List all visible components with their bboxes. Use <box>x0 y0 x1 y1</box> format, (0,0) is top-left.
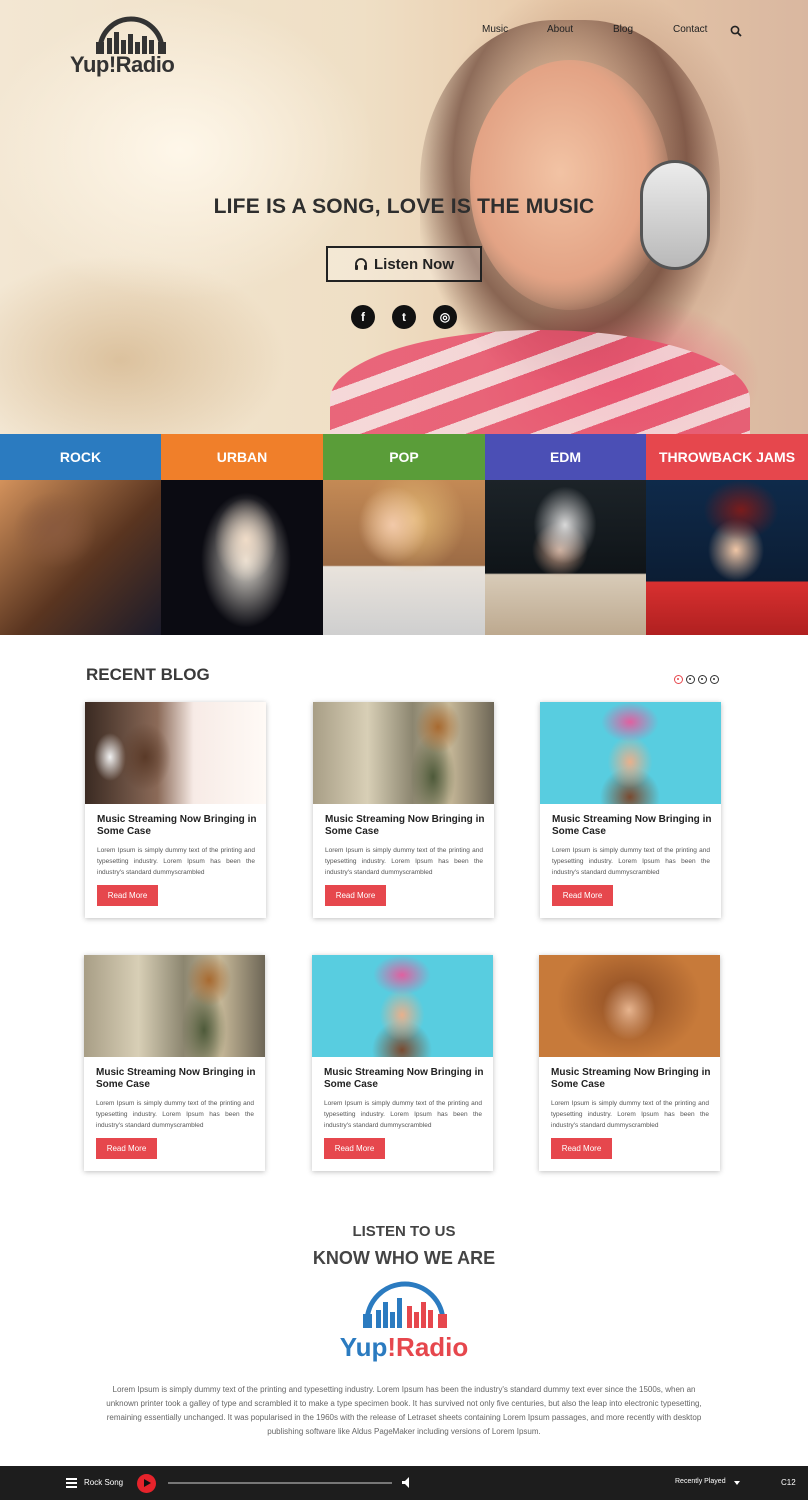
listen-to-us-heading: LISTEN TO US <box>352 1223 456 1240</box>
carousel-dot-3[interactable] <box>698 675 707 684</box>
nav-contact[interactable]: Contact <box>673 24 707 35</box>
know-who-we-are-heading: KNOW WHO WE ARE <box>312 1248 496 1268</box>
blog-card-title[interactable]: Music Streaming Now Bringing in Some Cas… <box>324 1067 484 1091</box>
blog-card-text: Lorem Ipsum is simply dummy text of the … <box>551 1100 709 1129</box>
hero-photo-face <box>470 60 670 310</box>
listen-now-button[interactable]: Listen Now <box>326 246 482 282</box>
genre-image-throwback-jams[interactable] <box>646 480 808 635</box>
about-logo-text-part1: Yup <box>339 1332 388 1362</box>
read-more-button[interactable]: Read More <box>552 885 613 906</box>
genre-tab-pop[interactable]: POP <box>323 434 485 480</box>
carousel-dot-2[interactable] <box>686 675 695 684</box>
about-logo-icon <box>363 1281 447 1328</box>
blog-card-text: Lorem Ipsum is simply dummy text of the … <box>552 847 710 876</box>
carousel-dot-4[interactable] <box>710 675 719 684</box>
recent-blog-title: RECENT BLOG <box>86 665 210 684</box>
progress-bar[interactable] <box>168 1482 392 1484</box>
about-description: Lorem Ipsum is simply dummy text of the … <box>106 1385 702 1436</box>
blog-card: Music Streaming Now Bringing in Some Cas… <box>539 955 720 1171</box>
about-logo-text-part2: !Radio <box>387 1332 469 1362</box>
blog-card-title[interactable]: Music Streaming Now Bringing in Some Cas… <box>551 1067 711 1091</box>
carousel-dot-1[interactable] <box>674 675 683 684</box>
blog-card-image[interactable] <box>313 702 494 804</box>
blog-card-text: Lorem Ipsum is simply dummy text of the … <box>97 847 255 876</box>
genre-image-urban[interactable] <box>161 480 323 635</box>
genre-tab-throwback-jams[interactable]: THROWBACK JAMS <box>646 434 808 480</box>
blog-card-text: Lorem Ipsum is simply dummy text of the … <box>324 1100 482 1129</box>
hero-title: LIFE IS A SONG, LOVE IS THE MUSIC <box>213 195 595 218</box>
volume-icon[interactable] <box>402 1477 412 1488</box>
blog-card-image[interactable] <box>84 955 265 1057</box>
blog-card: Music Streaming Now Bringing in Some Cas… <box>84 955 265 1171</box>
chevron-down-icon[interactable] <box>734 1481 740 1485</box>
blog-card: Music Streaming Now Bringing in Some Cas… <box>85 702 266 918</box>
twitter-icon[interactable]: t <box>392 305 416 329</box>
blog-card-text: Lorem Ipsum is simply dummy text of the … <box>96 1100 254 1129</box>
read-more-button[interactable]: Read More <box>97 885 158 906</box>
listen-now-label: Listen Now <box>373 255 454 273</box>
site-logo-text[interactable]: Yup!Radio <box>70 52 175 78</box>
blog-card-title[interactable]: Music Streaming Now Bringing in Some Cas… <box>325 814 485 838</box>
genre-tab-edm[interactable]: EDM <box>485 434 646 480</box>
blog-card-image[interactable] <box>85 702 266 804</box>
play-button[interactable] <box>137 1474 156 1493</box>
facebook-icon[interactable]: f <box>351 305 375 329</box>
blog-card: Music Streaming Now Bringing in Some Cas… <box>540 702 721 918</box>
instagram-icon[interactable]: ◎ <box>433 305 457 329</box>
recently-played-dropdown[interactable]: Recently Played <box>675 1478 726 1485</box>
music-player-bar: Rock Song Recently Played C12 <box>0 1466 808 1500</box>
blog-card-text: Lorem Ipsum is simply dummy text of the … <box>325 847 483 876</box>
blog-card-title[interactable]: Music Streaming Now Bringing in Some Cas… <box>96 1067 256 1091</box>
about-logo-text: Yup!Radio <box>0 1332 808 1363</box>
blog-card: Music Streaming Now Bringing in Some Cas… <box>313 702 494 918</box>
headphones-icon <box>354 258 367 270</box>
nav-about[interactable]: About <box>547 24 573 35</box>
read-more-button[interactable]: Read More <box>324 1138 385 1159</box>
blog-card-title[interactable]: Music Streaming Now Bringing in Some Cas… <box>552 814 712 838</box>
blog-card-image[interactable] <box>539 955 720 1057</box>
read-more-button[interactable]: Read More <box>96 1138 157 1159</box>
blog-carousel-dots <box>674 675 722 684</box>
genre-image-rock[interactable] <box>0 480 161 635</box>
genre-tab-rock[interactable]: ROCK <box>0 434 161 480</box>
genre-image-edm[interactable] <box>485 480 646 635</box>
genre-image-pop[interactable] <box>323 480 485 635</box>
blog-card-title[interactable]: Music Streaming Now Bringing in Some Cas… <box>97 814 257 838</box>
nav-music[interactable]: Music <box>482 24 508 35</box>
blog-card-image[interactable] <box>540 702 721 804</box>
read-more-button[interactable]: Read More <box>551 1138 612 1159</box>
blog-card: Music Streaming Now Bringing in Some Cas… <box>312 955 493 1171</box>
genre-tab-urban[interactable]: URBAN <box>161 434 323 480</box>
playlist-menu-icon[interactable] <box>66 1478 77 1488</box>
nav-blog[interactable]: Blog <box>613 24 633 35</box>
current-track-title: Rock Song <box>84 1478 124 1487</box>
blog-card-image[interactable] <box>312 955 493 1057</box>
player-code-label: C12 <box>781 1478 796 1487</box>
search-icon[interactable] <box>730 25 742 37</box>
read-more-button[interactable]: Read More <box>325 885 386 906</box>
